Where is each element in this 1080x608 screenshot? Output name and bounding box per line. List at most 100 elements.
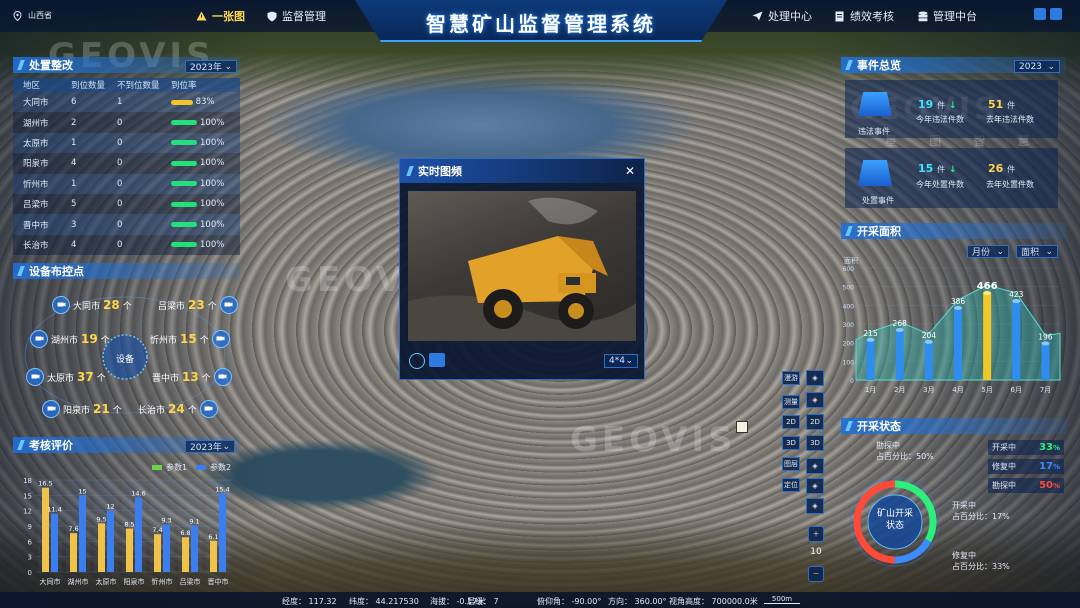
thumbs-up-icon[interactable] bbox=[429, 353, 445, 367]
status-key: 俯仰角 bbox=[537, 597, 561, 606]
unit-label: 件 bbox=[1007, 101, 1016, 110]
status-legend-item: 开采中 33% bbox=[988, 440, 1064, 455]
callout-share: 占百分比：33% bbox=[952, 562, 1010, 571]
user-icon[interactable] bbox=[1034, 8, 1046, 20]
search-icon[interactable] bbox=[409, 353, 425, 369]
legend-label: 参数1 bbox=[166, 463, 188, 472]
globe-icon[interactable]: ◈ bbox=[806, 458, 824, 474]
row-rate: 100% bbox=[171, 158, 240, 168]
map-tool-button[interactable]: 测量 bbox=[782, 395, 800, 409]
grid-layout-select[interactable]: 4*4 ⌄ bbox=[604, 354, 638, 368]
legend-series-2: 参数2 bbox=[196, 462, 231, 473]
x-tick-label: 3月 bbox=[923, 386, 934, 394]
camera-icon bbox=[26, 368, 44, 386]
map-tool-button[interactable]: 2D bbox=[782, 415, 800, 429]
ruler-icon[interactable]: ◈ bbox=[806, 392, 824, 408]
y-tick-label: 0 bbox=[850, 378, 854, 385]
unit-label: 件 bbox=[1007, 165, 1016, 174]
table-row[interactable]: 晋中市 3 0 100% bbox=[13, 214, 240, 235]
pin-icon[interactable]: ◈ bbox=[806, 478, 824, 494]
mining-area-panel-title: 开采面积 bbox=[841, 223, 1066, 239]
chevron-down-icon: ⌄ bbox=[224, 61, 232, 72]
row-rate: 100% bbox=[171, 220, 240, 230]
close-icon[interactable]: ✕ bbox=[625, 164, 635, 178]
period-select[interactable]: 月份 ⌄ bbox=[967, 245, 1009, 258]
data-label: 7.6 bbox=[68, 525, 78, 533]
area-bar bbox=[866, 339, 875, 380]
camera-icon bbox=[52, 296, 70, 314]
rectification-title-text: 处置整改 bbox=[29, 59, 73, 72]
assessment-year-select[interactable]: 2023年 ⌄ bbox=[185, 440, 235, 453]
map-tool-button[interactable]: 漫游 bbox=[782, 371, 800, 385]
camera-marker-icon[interactable] bbox=[736, 421, 748, 433]
title-mark-icon bbox=[406, 166, 414, 176]
zoom-out-icon[interactable]: － bbox=[808, 566, 824, 582]
device-count: 24 bbox=[168, 402, 185, 416]
nav-one-map[interactable]: 一张图 bbox=[196, 8, 245, 24]
rate-bar bbox=[171, 140, 197, 146]
row-done: 6 bbox=[71, 97, 77, 108]
table-row[interactable]: 吕梁市 5 0 100% bbox=[13, 193, 240, 215]
rate-bar bbox=[171, 120, 197, 126]
data-label: 9.5 bbox=[96, 515, 106, 523]
data-label: 9.3 bbox=[161, 516, 171, 524]
device-unit: 个 bbox=[201, 373, 211, 384]
device-point[interactable]: 长治市 24 个 bbox=[138, 400, 218, 418]
y-tick-label: 3 bbox=[28, 554, 32, 562]
disposals-last-year-label: 去年处置件数 bbox=[986, 180, 1034, 189]
map-tool-button[interactable]: 图层 bbox=[782, 457, 800, 471]
view-mode-button[interactable]: 2D bbox=[806, 414, 824, 430]
device-point[interactable]: 太原市 37 个 bbox=[26, 368, 106, 386]
data-label: 14.6 bbox=[131, 489, 145, 497]
settings-icon[interactable] bbox=[1050, 8, 1062, 20]
metric-select[interactable]: 面积 ⌄ bbox=[1016, 245, 1058, 258]
table-row[interactable]: 阳泉市 4 0 100% bbox=[13, 153, 240, 174]
map-tool-button[interactable]: 定位 bbox=[782, 478, 800, 492]
violations-this-year-label: 今年违法件数 bbox=[916, 115, 964, 124]
row-region: 湖州市 bbox=[23, 118, 49, 129]
chevron-up-icon[interactable]: ◈ bbox=[806, 498, 824, 514]
rate-bar bbox=[171, 242, 197, 248]
table-row[interactable]: 湖州市 2 0 100% bbox=[13, 112, 240, 133]
y-tick-label: 500 bbox=[843, 285, 855, 292]
nav-processing-center[interactable]: 处理中心 bbox=[752, 8, 812, 24]
bar-series-1 bbox=[210, 540, 217, 572]
row-region: 长治市 bbox=[23, 240, 49, 251]
table-row[interactable]: 忻州市 1 0 100% bbox=[13, 173, 240, 194]
row-done: 2 bbox=[71, 117, 77, 128]
status-legend-label: 修复中 bbox=[992, 462, 1016, 471]
status-separator: ： bbox=[483, 597, 494, 606]
row-done: 4 bbox=[71, 239, 77, 250]
table-row[interactable]: 太原市 1 0 100% bbox=[13, 132, 240, 154]
view-mode-button[interactable]: 3D bbox=[806, 435, 824, 451]
device-city: 阳泉市 bbox=[63, 405, 91, 416]
nav-management[interactable]: 管理中台 bbox=[917, 8, 977, 24]
map-tool-button[interactable]: 3D bbox=[782, 436, 800, 450]
device-point[interactable]: 阳泉市 21 个 bbox=[42, 400, 122, 418]
table-row[interactable]: 长治市 4 0 100% bbox=[13, 234, 240, 256]
title-mark-icon bbox=[17, 60, 25, 70]
row-region: 太原市 bbox=[23, 138, 49, 149]
device-point[interactable]: 大同市 28 个 bbox=[52, 296, 132, 314]
nav-performance[interactable]: 绩效考核 bbox=[834, 8, 894, 24]
video-frame[interactable] bbox=[408, 191, 636, 341]
device-point[interactable]: 湖州市 19 个 bbox=[30, 330, 110, 348]
device-point[interactable]: 忻州市 15 个 bbox=[150, 330, 230, 348]
zoom-in-icon[interactable]: ＋ bbox=[808, 526, 824, 542]
region-selector[interactable]: 山西省 bbox=[12, 10, 52, 21]
violations-this-year: 19 件 ↓ bbox=[918, 98, 957, 111]
category-band bbox=[178, 480, 202, 572]
status-legend-value: 33% bbox=[1039, 442, 1060, 453]
device-point[interactable]: 吕梁市 23 个 bbox=[158, 296, 238, 314]
status-readout: 经度： 117.32 bbox=[282, 596, 337, 607]
rectification-year-select[interactable]: 2023年 ⌄ bbox=[185, 60, 237, 73]
x-tick-label: 4月 bbox=[952, 386, 963, 394]
layers-icon[interactable]: ◈ bbox=[806, 370, 824, 386]
table-row[interactable]: 大同市 6 1 83% bbox=[13, 92, 240, 113]
device-point[interactable]: 晋中市 13 个 bbox=[152, 368, 232, 386]
row-done: 1 bbox=[71, 137, 77, 148]
nav-supervision[interactable]: 监督管理 bbox=[266, 8, 326, 24]
events-year-select[interactable]: 2023 ⌄ bbox=[1014, 60, 1060, 73]
status-value-unit: % bbox=[1052, 463, 1060, 471]
bar-cap bbox=[924, 339, 933, 344]
